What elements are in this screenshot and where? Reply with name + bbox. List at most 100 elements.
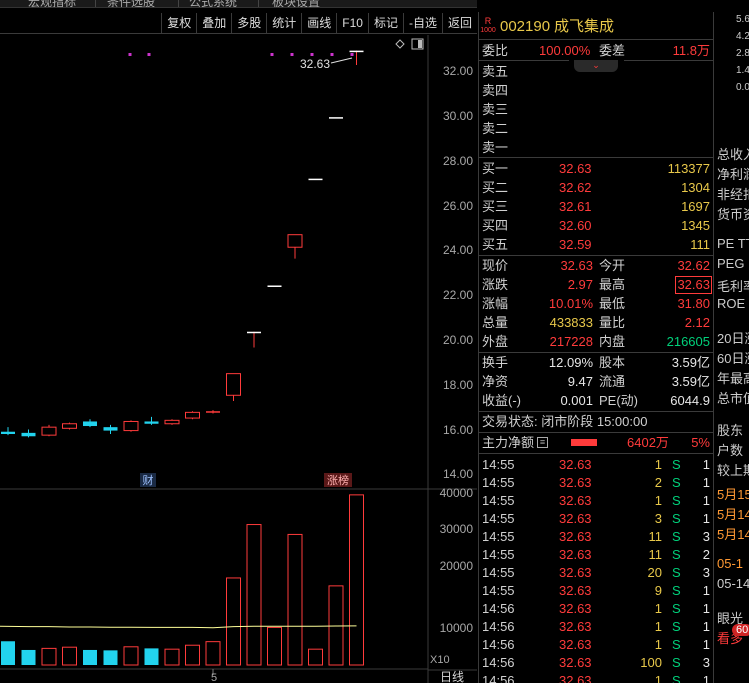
tick-row: 14:55 32.63 2 S 1	[479, 474, 714, 492]
sell-4-label: 卖四	[482, 83, 509, 98]
nav-formula-system[interactable]: 公式系统	[189, 0, 237, 7]
stat-row-volume: 总量 433833 量比 2.12	[479, 314, 714, 332]
tick-count: 3	[702, 529, 710, 544]
pe-value: 6044.9	[670, 393, 710, 408]
side-panel-label: 05-1	[717, 556, 744, 571]
tick-time: 14:56	[482, 673, 515, 683]
stock-code: 002190	[500, 18, 551, 35]
nav-condition-select[interactable]: 条件选股	[107, 0, 155, 7]
candle	[83, 419, 97, 428]
float-shares-label: 流通	[599, 374, 626, 389]
change-pct-value: 10.01%	[548, 296, 593, 311]
tick-time: 14:55	[482, 475, 515, 490]
tick-count: 1	[702, 673, 710, 683]
price-tick-26: 26.00	[443, 199, 473, 213]
candle	[185, 411, 200, 420]
date-tick: 5	[211, 672, 217, 683]
limit-up-badge[interactable]: 涨榜	[324, 473, 352, 487]
mark-button[interactable]: 标记	[367, 12, 403, 33]
side-panel-label: 非经扣	[717, 187, 749, 202]
tick-price: 32.63	[559, 493, 592, 508]
stat-row-earnings: 收益(-) 0.001 PE(动) 6044.9	[479, 392, 714, 410]
volume-ma-line	[0, 625, 357, 629]
volume-bar	[1, 641, 15, 665]
total-shares-label: 股本	[599, 355, 626, 370]
kline-chart[interactable]: 32.00 30.00 28.00 26.00 24.00 22.00 20.0…	[0, 35, 477, 683]
open-price-label: 今开	[599, 258, 626, 273]
volume-bar	[226, 577, 241, 666]
volume-series	[1, 494, 364, 666]
candle	[247, 331, 261, 348]
candle	[41, 424, 57, 437]
volume-ratio-label: 量比	[599, 315, 626, 330]
buy-level-1: 买一 32.63 113377	[479, 160, 714, 178]
nav-sector-settings[interactable]: 板块设置	[272, 0, 320, 7]
stat-row-price: 现价 32.63 今开 32.62	[479, 257, 714, 275]
buy-1-label: 买一	[482, 161, 509, 176]
financial-report-label: 财	[143, 473, 154, 487]
back-button[interactable]: 返回	[441, 12, 477, 33]
main-flow-row[interactable]: 主力净额 ≡ 6402万 5%	[479, 434, 714, 452]
tick-price: 32.63	[559, 637, 592, 652]
stat-row-pct: 涨幅 10.01% 最低 31.80	[479, 295, 714, 313]
tick-side: S	[672, 619, 681, 634]
change-label: 涨跌	[482, 277, 509, 292]
tick-count: 2	[702, 547, 710, 562]
weicha-value: 11.8万	[672, 43, 710, 58]
tick-price: 32.63	[559, 511, 592, 526]
side-panel-label: 5月15	[717, 487, 749, 502]
overlay-button[interactable]: 叠加	[196, 12, 231, 33]
weicha-label: 委差	[599, 43, 626, 58]
tick-row: 14:55 32.63 3 S 1	[479, 510, 714, 528]
remove-watchlist-button[interactable]: -自选	[402, 12, 442, 33]
market-badge-top: R	[484, 16, 492, 26]
volume-bar	[62, 646, 77, 666]
main-flow-detail-icon[interactable]: ≡	[537, 437, 548, 448]
tick-volume: 1	[654, 637, 662, 652]
tick-time: 14:56	[482, 637, 515, 652]
multi-stock-button[interactable]: 多股	[231, 12, 266, 33]
chart-diamond-icon[interactable]	[395, 39, 405, 49]
net-assets-value: 9.47	[567, 374, 593, 389]
chart-toolbar: 复权 叠加 多股 统计 画线 F10 标记 -自选 返回	[0, 12, 477, 34]
chart-panel-toggle-icon[interactable]	[411, 38, 424, 50]
high-price-arrow	[330, 57, 353, 64]
tick-price: 32.63	[559, 673, 592, 683]
financial-report-badge[interactable]: 财	[140, 473, 156, 487]
earnings-label: 收益(-)	[482, 393, 521, 408]
tick-time: 14:55	[482, 457, 515, 472]
event-marker-dot	[310, 53, 314, 56]
restore-rights-button[interactable]: 复权	[161, 12, 196, 33]
change-value: 2.97	[567, 277, 593, 292]
tick-side: S	[672, 547, 681, 562]
tick-row: 14:56 32.63 1 S 1	[479, 600, 714, 618]
price-tick-18: 18.00	[443, 378, 473, 392]
f10-button[interactable]: F10	[336, 12, 368, 33]
tick-price: 32.63	[559, 583, 592, 598]
period-label[interactable]: 日线	[440, 670, 464, 683]
candle	[226, 373, 241, 401]
volume-axis: 40000 30000 20000 10000 X10	[430, 486, 473, 666]
nav-macro-indicators[interactable]: 宏观指标	[28, 0, 76, 7]
side-panel-label: 05-14	[717, 576, 749, 591]
side-panel-label: 总市值	[717, 391, 749, 406]
side-scale-value: 5.6	[736, 14, 749, 25]
statistics-button[interactable]: 统计	[266, 12, 301, 33]
side-panel-label: 净利润	[717, 167, 749, 182]
tick-side: S	[672, 475, 681, 490]
sell-level-2: 卖二	[479, 120, 714, 138]
low-value: 31.80	[677, 296, 710, 311]
tick-count: 1	[702, 601, 710, 616]
tick-volume: 1	[654, 457, 662, 472]
draw-line-button[interactable]: 画线	[301, 12, 336, 33]
candle	[1, 427, 15, 436]
stat-row-change: 涨跌 2.97 最高 32.63	[479, 276, 714, 294]
volume-tick-30000: 30000	[440, 522, 474, 536]
price-tick-20: 20.00	[443, 333, 473, 347]
tick-side: S	[672, 529, 681, 544]
tick-side: S	[672, 565, 681, 580]
buy-1-volume: 113377	[667, 161, 710, 176]
sell-level-5: 卖五	[479, 63, 714, 81]
side-scale-value: 2.8	[736, 48, 749, 59]
total-shares-value: 3.59亿	[671, 355, 710, 370]
